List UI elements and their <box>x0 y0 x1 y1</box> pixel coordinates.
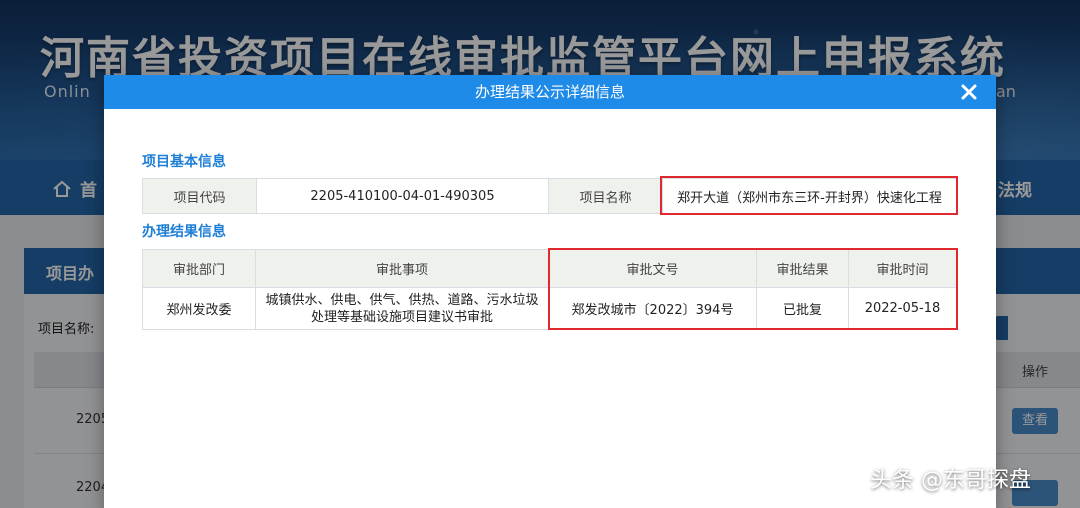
project-name-value: 郑开大道（郑州市东三环-开封界）快速化工程 <box>662 178 957 214</box>
result-value: 已批复 <box>756 287 849 330</box>
header-department: 审批部门 <box>142 249 256 288</box>
department-value: 郑州发改委 <box>142 287 256 330</box>
close-button[interactable] <box>958 81 980 103</box>
close-icon <box>961 84 977 100</box>
doc-number-value: 郑发改城市〔2022〕394号 <box>548 287 757 330</box>
result-detail-modal: 办理结果公示详细信息 项目基本信息 项目代码 2205-410100-04-01… <box>104 75 996 508</box>
project-code-label: 项目代码 <box>142 178 257 214</box>
header-item: 审批事项 <box>255 249 549 288</box>
header-date: 审批时间 <box>848 249 957 288</box>
basic-info-section-title: 项目基本信息 <box>142 154 226 170</box>
header-result: 审批结果 <box>756 249 849 288</box>
result-info-table: 审批部门 审批事项 审批文号 审批结果 审批时间 郑州发改委 城镇供水、供电、供… <box>142 249 957 330</box>
modal-title: 办理结果公示详细信息 <box>474 83 625 101</box>
project-name-label: 项目名称 <box>548 178 663 214</box>
basic-info-table: 项目代码 2205-410100-04-01-490305 项目名称 郑开大道（… <box>142 178 957 214</box>
modal-titlebar: 办理结果公示详细信息 <box>104 75 996 109</box>
header-doc-number: 审批文号 <box>548 249 757 288</box>
date-value: 2022-05-18 <box>848 287 957 330</box>
result-info-section-title: 办理结果信息 <box>142 224 226 240</box>
approval-item-value: 城镇供水、供电、供气、供热、道路、污水垃圾处理等基础设施项目建议书审批 <box>255 287 549 330</box>
project-code-value: 2205-410100-04-01-490305 <box>256 178 549 214</box>
watermark: 头条 @东哥探盘 <box>870 468 1031 493</box>
